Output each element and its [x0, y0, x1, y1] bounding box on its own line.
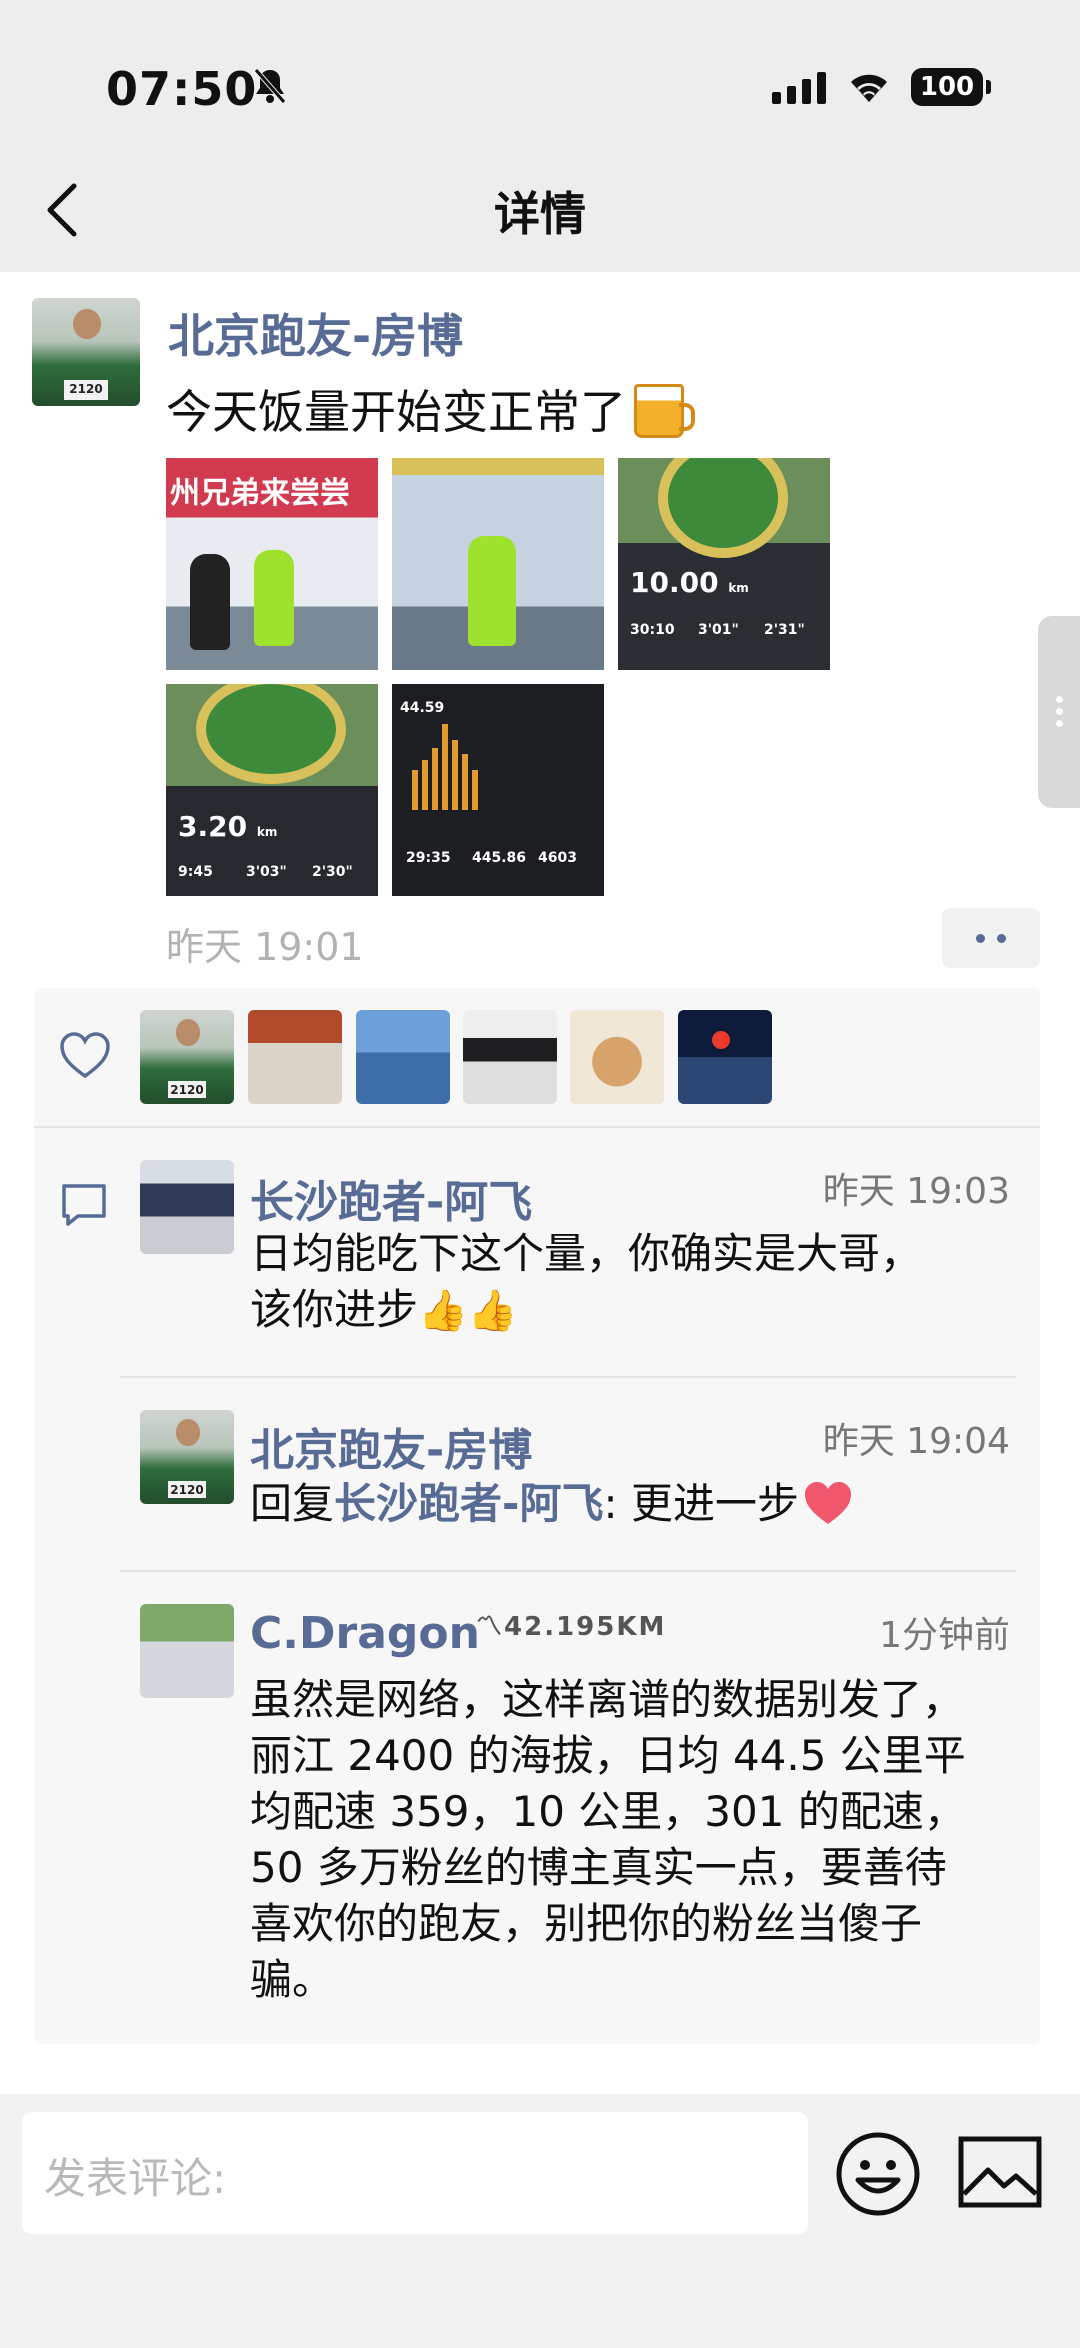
beer-emoji-icon — [634, 384, 695, 438]
run-stat: 445.86 — [472, 850, 527, 866]
post-time: 昨天 19:01 — [166, 925, 364, 969]
comment-time: 昨天 19:03 — [822, 1171, 1010, 1212]
run-stat: 30:10 — [630, 622, 675, 638]
commenter-avatar[interactable] — [140, 1410, 234, 1504]
chart-bar — [422, 760, 428, 810]
comment-text[interactable]: 日均能吃下这个量，你确实是大哥， 该你进步👍👍 — [250, 1226, 1020, 1339]
battery-indicator: 100 — [911, 68, 991, 106]
liker-avatar[interactable] — [570, 1010, 664, 1104]
comment-line: 丽江 2400 的海拔，日均 44.5 公里平 — [250, 1731, 966, 1780]
run-distance: 3.20 km — [178, 810, 277, 843]
post-image-5[interactable]: 44.59 29:35 445.86 4603 — [392, 684, 604, 896]
liker-avatar[interactable] — [356, 1010, 450, 1104]
cellular-signal-icon — [772, 70, 826, 104]
heart-outline-icon — [60, 1032, 110, 1079]
post-text-content: 今天饭量开始变正常了 — [166, 385, 626, 439]
comment-divider — [120, 1376, 1016, 1378]
post-image-1[interactable]: 州兄弟来尝尝 — [166, 458, 378, 670]
post-author-avatar[interactable] — [32, 298, 140, 406]
track-map — [658, 458, 788, 558]
badge-text: 42.195KM — [504, 1612, 667, 1642]
badge-icon: 〽 — [476, 1612, 505, 1642]
comment-bubble-icon — [62, 1184, 106, 1226]
runner-figure — [190, 554, 230, 650]
wifi-icon — [851, 74, 887, 102]
run-distance-value: 3.20 — [178, 810, 248, 843]
thumbs-up-icon: 👍👍 — [418, 1288, 518, 1334]
emoji-icon[interactable] — [834, 2130, 922, 2218]
commenter-avatar[interactable] — [140, 1604, 234, 1698]
track-map — [196, 684, 346, 784]
comment-line: 50 多万粉丝的博主真实一点，要善待 — [250, 1843, 947, 1892]
chart-bar — [442, 724, 448, 810]
liker-avatar[interactable] — [678, 1010, 772, 1104]
comment-text[interactable]: 回复长沙跑者-阿飞: 更进一步 — [250, 1476, 1020, 1532]
run-stat: 2'30" — [312, 864, 353, 880]
status-time: 07:50 — [106, 62, 258, 116]
comment-line: 该你进步👍👍 — [250, 1282, 1020, 1339]
image-banner-text: 州兄弟来尝尝 — [170, 476, 350, 511]
bell-muted-icon — [254, 68, 286, 104]
post-image-2[interactable] — [392, 458, 604, 670]
comment-line: 喜欢你的跑友，别把你的粉丝当傻子 — [250, 1899, 923, 1948]
side-drawer-handle[interactable] — [1038, 616, 1080, 808]
post-image-4[interactable]: 3.20 km 9:45 3'03" 2'30" — [166, 684, 378, 896]
commenter-avatar[interactable] — [140, 1160, 234, 1254]
run-stat: 9:45 — [178, 864, 213, 880]
run-distance: 10.00 km — [630, 566, 749, 599]
chart-bar — [412, 770, 418, 810]
marathon-badge: 〽42.195KM — [476, 1606, 666, 1643]
chart-bar — [432, 748, 438, 810]
run-stat: 29:35 — [406, 850, 451, 866]
page-title: 详情 — [494, 187, 586, 241]
reply-text: : 更进一步 — [603, 1479, 799, 1528]
post-text: 今天饭量开始变正常了 — [166, 376, 695, 442]
comment-line-text: 该你进步 — [250, 1285, 419, 1334]
comment-divider — [120, 1570, 1016, 1572]
comment-time: 1分钟前 — [879, 1615, 1010, 1656]
runner-figure — [468, 536, 516, 646]
runner-figure — [254, 550, 294, 646]
run-stat: 3'01" — [698, 622, 739, 638]
comment-line: 骗。 — [250, 1955, 335, 2004]
comment-line: 虽然是网络，这样离谱的数据别发了， — [250, 1675, 965, 1724]
run-stat: 3'03" — [246, 864, 287, 880]
comment-input[interactable]: 发表评论: — [22, 2112, 808, 2234]
comment-line: 均配速 359，10 公里，301 的配速， — [250, 1787, 966, 1836]
comment-text[interactable]: 虽然是网络，这样离谱的数据别发了， 丽江 2400 的海拔，日均 44.5 公里… — [250, 1672, 1020, 2008]
chart-bar — [462, 754, 468, 810]
run-distance-unit: km — [256, 825, 278, 839]
run-stat: 4603 — [538, 850, 577, 866]
image-icon[interactable] — [958, 2136, 1042, 2208]
chart-bar — [472, 770, 478, 810]
liker-avatar[interactable] — [463, 1010, 557, 1104]
commenter-name[interactable]: 北京跑友-房博 — [250, 1414, 532, 1478]
liker-avatar[interactable] — [248, 1010, 342, 1104]
run-distance: 44.59 — [400, 700, 445, 716]
commenter-name[interactable]: C.Dragon — [250, 1608, 480, 1659]
likes-divider — [34, 1126, 1040, 1128]
chart-bar — [452, 740, 458, 810]
run-distance-value: 10.00 — [630, 566, 719, 599]
liker-avatar[interactable] — [140, 1010, 234, 1104]
reply-target-name[interactable]: 长沙跑者-阿飞 — [334, 1479, 603, 1528]
red-heart-icon — [804, 1482, 851, 1524]
reply-prefix: 回复 — [250, 1479, 335, 1528]
run-distance-unit: km — [728, 581, 749, 595]
post-image-3[interactable]: 10.00 km 30:10 3'01" 2'31" — [618, 458, 830, 670]
post-author-name[interactable]: 北京跑友-房博 — [168, 300, 463, 366]
run-stat: 2'31" — [764, 622, 805, 638]
more-actions-button[interactable] — [942, 908, 1040, 968]
comment-line: 日均能吃下这个量，你确实是大哥， — [250, 1229, 923, 1278]
commenter-name[interactable]: 长沙跑者-阿飞 — [250, 1166, 532, 1230]
comment-time: 昨天 19:04 — [822, 1421, 1010, 1462]
